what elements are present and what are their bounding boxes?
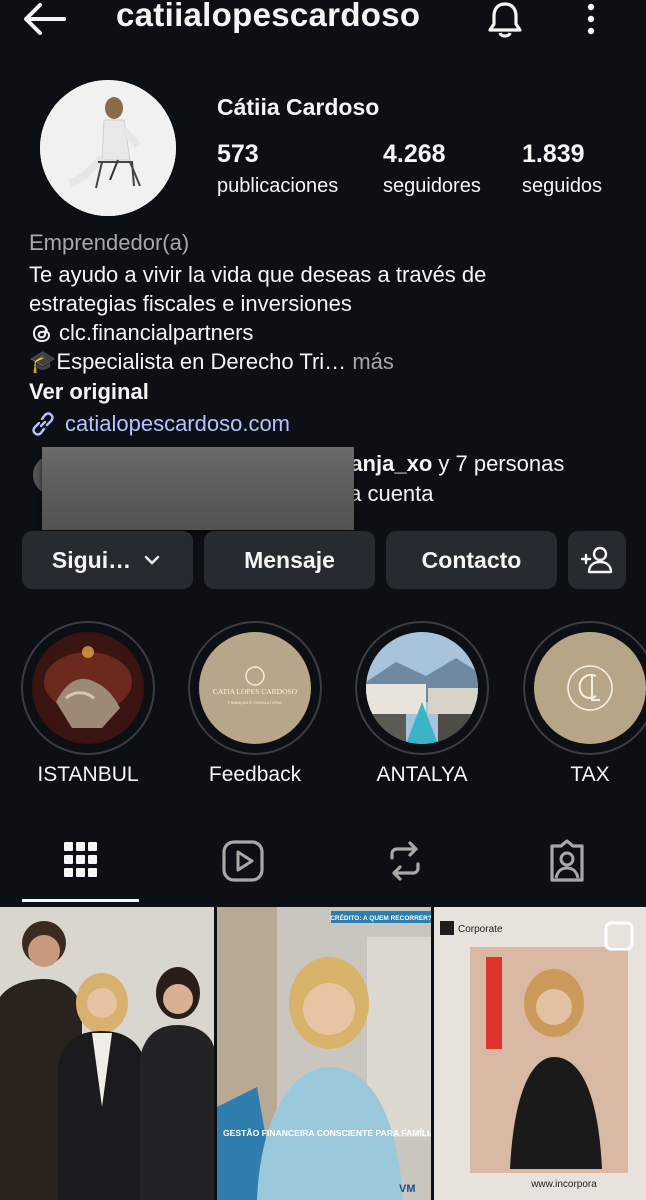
bio-line-1: Te ayudo a vivir la vida que deseas a tr… xyxy=(29,262,487,287)
chevron-down-icon xyxy=(144,555,160,565)
profile-category: Emprendedor(a) xyxy=(29,230,190,255)
highlight-feedback[interactable]: CATIA LOPES CARDOSO FINANÇAS E CONSULTOR… xyxy=(188,621,322,787)
see-original-link[interactable]: Ver original xyxy=(29,379,149,405)
active-tab-indicator xyxy=(22,899,139,902)
post-tile-1[interactable] xyxy=(0,907,214,1200)
contact-button[interactable]: Contacto xyxy=(386,531,557,589)
highlight-label: ANTALYA xyxy=(376,763,468,786)
bell-icon[interactable] xyxy=(486,0,524,40)
top-bar: catiialopescardoso xyxy=(0,0,646,40)
reels-icon[interactable] xyxy=(220,838,266,884)
stat-following-label: seguidos xyxy=(522,175,603,197)
suggest-people-button[interactable] xyxy=(568,531,626,589)
highlight-ring xyxy=(523,621,646,755)
mutual-followers-line-2: ta cuenta xyxy=(343,481,434,506)
more-options-icon[interactable] xyxy=(578,2,604,36)
website-link[interactable]: catialopescardoso.com xyxy=(29,410,290,438)
highlight-istanbul[interactable]: ISTANBUL xyxy=(21,621,155,787)
post-image: CRÉDITO: A QUEM RECORRER? GESTÃO FINANCE… xyxy=(217,907,431,1200)
highlight-cover xyxy=(366,632,478,744)
redaction-box xyxy=(42,447,354,530)
threads-icon xyxy=(32,324,51,342)
back-arrow-icon[interactable] xyxy=(22,2,66,36)
stat-posts[interactable]: 573 publicaciones xyxy=(217,140,338,198)
bio-line-4: 🎓Especialista en Derecho Tri… más xyxy=(29,347,629,376)
post-logo-text: VM xyxy=(399,1183,416,1195)
post-tile-2[interactable]: CRÉDITO: A QUEM RECORRER? GESTÃO FINANCE… xyxy=(217,907,431,1200)
bio-line-4-text: 🎓Especialista en Derecho Tri… xyxy=(29,349,347,374)
post-caption-text: GESTÃO FINANCEIRA CONSCIENTE PARA FAMÍLI… xyxy=(223,1128,431,1138)
highlight-label: ISTANBUL xyxy=(37,763,139,786)
website-url: catialopescardoso.com xyxy=(65,411,291,436)
tagged-icon[interactable] xyxy=(544,838,590,884)
highlight-antalya[interactable]: ANTALYA xyxy=(355,621,489,787)
highlight-cover xyxy=(32,632,144,744)
mutual-followers-line-1[interactable]: tanja_xo y 7 personas xyxy=(343,451,564,477)
post-url-text: www.incorpora xyxy=(530,1179,597,1190)
highlight-label: Feedback xyxy=(208,763,302,786)
grid-icon[interactable] xyxy=(58,838,104,884)
following-button[interactable]: Sigui… xyxy=(22,531,193,589)
avatar-photo xyxy=(40,80,176,216)
highlight-cover: CATIA LOPES CARDOSO FINANÇAS E CONSULTOR… xyxy=(199,632,311,744)
highlight-ring: CATIA LOPES CARDOSO FINANÇAS E CONSULTOR… xyxy=(188,621,322,755)
link-icon xyxy=(32,412,54,436)
feedback-brand-text: CATIA LOPES CARDOSO xyxy=(213,687,298,696)
stat-posts-count: 573 xyxy=(217,140,259,168)
post-image xyxy=(0,907,214,1200)
message-button[interactable]: Mensaje xyxy=(204,531,375,589)
bio-line-2: estrategias fiscales e inversiones xyxy=(29,291,352,316)
mutual-follower-name: tanja_xo xyxy=(343,451,433,476)
bio-threads-line[interactable]: clc.financialpartners xyxy=(29,318,629,347)
post-tile-3[interactable]: Corporate www.incorpora xyxy=(434,907,646,1200)
following-button-label: Sigui… xyxy=(51,546,132,573)
highlight-tax[interactable]: TAX xyxy=(523,621,646,787)
highlight-ring xyxy=(21,621,155,755)
bio-more-link[interactable]: más xyxy=(352,349,394,374)
highlight-label: TAX xyxy=(570,763,610,786)
profile-avatar[interactable] xyxy=(40,80,176,216)
profile-username: catiialopescardoso xyxy=(116,0,421,33)
mutual-followers-rest: y 7 personas xyxy=(432,451,565,476)
stat-followers-label: seguidores xyxy=(383,175,481,197)
stat-followers[interactable]: 4.268 seguidores xyxy=(383,140,481,198)
display-name: Cátiia Cardoso xyxy=(217,94,380,120)
reposts-icon[interactable] xyxy=(382,838,428,884)
stat-following-count: 1.839 xyxy=(522,140,585,168)
post-image: Corporate www.incorpora xyxy=(434,907,646,1200)
stat-posts-label: publicaciones xyxy=(217,175,339,197)
stat-following[interactable]: 1.839 seguidos xyxy=(522,140,602,198)
highlight-cover xyxy=(534,632,646,744)
highlight-ring xyxy=(355,621,489,755)
feedback-brand-subtext: FINANÇAS E CONSULTORIA xyxy=(228,700,282,705)
threads-handle: clc.financialpartners xyxy=(59,320,254,345)
stat-followers-count: 4.268 xyxy=(383,140,446,168)
post-brand-text: Corporate xyxy=(458,924,503,935)
post-badge-text: CRÉDITO: A QUEM RECORRER? xyxy=(330,913,431,922)
add-person-icon xyxy=(580,546,613,574)
